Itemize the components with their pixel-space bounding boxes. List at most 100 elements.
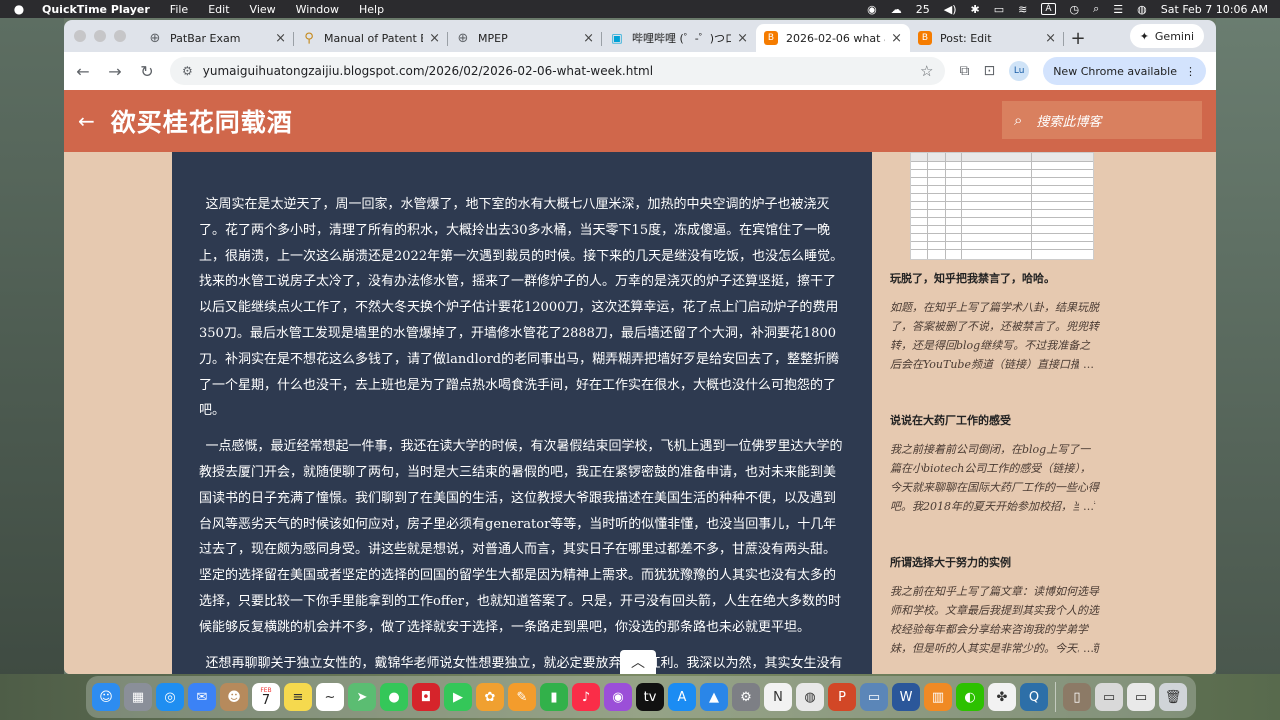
- read-more-ellipsis[interactable]: …: [1079, 497, 1094, 516]
- gemini-button[interactable]: ✦ Gemini: [1129, 24, 1204, 48]
- maps-icon[interactable]: ➤: [348, 683, 376, 711]
- contacts-icon[interactable]: ☻: [220, 683, 248, 711]
- more-menu-icon[interactable]: ⋮: [1185, 65, 1196, 78]
- read-more-ellipsis[interactable]: …: [1079, 355, 1094, 374]
- powerpoint-icon[interactable]: P: [828, 683, 856, 711]
- keynote-icon[interactable]: ▲: [700, 683, 728, 711]
- blog-search-input[interactable]: ⌕ 搜索此博客: [1002, 101, 1202, 139]
- site-info-icon[interactable]: ⚙: [182, 64, 193, 78]
- extensions-icon[interactable]: ⧉: [959, 63, 969, 79]
- sidebar-post-title[interactable]: 玩脱了，知乎把我禁言了，哈哈。: [890, 270, 1100, 286]
- sidebar-post[interactable]: 玩脱了，知乎把我禁言了，哈哈。 如题，在知乎上写了篇学术八卦，结果玩脱了，答案被…: [890, 270, 1100, 374]
- notes-icon[interactable]: ≡: [284, 683, 312, 711]
- tab-title: MPEP: [478, 31, 508, 45]
- app-name-menu[interactable]: QuickTime Player: [42, 3, 150, 16]
- close-tab-icon[interactable]: ×: [429, 31, 440, 46]
- sidebar-post[interactable]: 所谓选择大于努力的实例 我之前在知乎上写了篇文章：读博如何选导师和学校。文章最后…: [890, 554, 1100, 658]
- trash-icon[interactable]: 🗑: [1159, 683, 1187, 711]
- mail-icon[interactable]: ✉: [188, 683, 216, 711]
- finder-icon[interactable]: ☺: [92, 683, 120, 711]
- word-icon[interactable]: W: [892, 683, 920, 711]
- folder-icon[interactable]: ▭: [1127, 683, 1155, 711]
- chrome-icon[interactable]: ◍: [796, 683, 824, 711]
- chrome-update-button[interactable]: New Chrome available ⋮: [1043, 57, 1206, 85]
- tab-patbar-exam[interactable]: ⊕ PatBar Exam ×: [140, 24, 294, 52]
- input-source-indicator[interactable]: A: [1041, 3, 1056, 15]
- wifi-icon[interactable]: ≋: [1018, 3, 1027, 16]
- profile-avatar[interactable]: Lu: [1009, 61, 1030, 81]
- blog-title[interactable]: 欲买桂花同载酒: [111, 103, 293, 139]
- record-icon[interactable]: ◉: [867, 3, 877, 16]
- volume-icon[interactable]: ◀): [944, 3, 957, 16]
- safari-icon[interactable]: ◎: [156, 683, 184, 711]
- launchpad-icon[interactable]: ▦: [124, 683, 152, 711]
- sparkle-icon: ✦: [1139, 29, 1149, 43]
- photos-icon[interactable]: ✿: [476, 683, 504, 711]
- music-icon[interactable]: ♪: [572, 683, 600, 711]
- close-tab-icon[interactable]: ×: [737, 31, 748, 46]
- menu-help[interactable]: Help: [359, 3, 384, 16]
- siri-icon[interactable]: ◍: [1137, 3, 1147, 16]
- read-more-ellipsis[interactable]: …: [1079, 639, 1094, 658]
- wechat-icon[interactable]: ◐: [956, 683, 984, 711]
- scroll-to-top-button[interactable]: ︿: [620, 650, 656, 674]
- photo-booth-icon[interactable]: ◘: [412, 683, 440, 711]
- news-icon[interactable]: N: [764, 683, 792, 711]
- quicktime-icon[interactable]: Q: [1020, 683, 1048, 711]
- tv-icon[interactable]: tv: [636, 683, 664, 711]
- books-icon[interactable]: ▥: [924, 683, 952, 711]
- tab-manual-of-patent-exam[interactable]: ⚲ Manual of Patent Exam ×: [294, 24, 448, 52]
- search-icon[interactable]: ⌕: [1014, 111, 1022, 129]
- post-paragraph: 还想再聊聊关于独立女性的，戴锦华老师说女性想要独立，就必定要放弃性别红利。我深以…: [205, 655, 843, 671]
- close-tab-icon[interactable]: ×: [1045, 31, 1056, 46]
- tab-search-icon[interactable]: ⊡: [983, 63, 995, 79]
- sidebar-post-title[interactable]: 说说在大药厂工作的感受: [890, 412, 1100, 428]
- sidebar-post[interactable]: 说说在大药厂工作的感受 我之前接着前公司倒闭，在blog上写了一篇在小biote…: [890, 412, 1100, 516]
- new-tab-button[interactable]: +: [1064, 24, 1092, 52]
- menu-window[interactable]: Window: [296, 3, 339, 16]
- tab-post-edit[interactable]: B Post: Edit ×: [910, 24, 1064, 52]
- close-tab-icon[interactable]: ×: [275, 31, 286, 46]
- forward-arrow-icon[interactable]: →: [106, 62, 124, 81]
- back-arrow-icon[interactable]: ←: [78, 109, 95, 133]
- zoom-window-button[interactable]: [114, 30, 126, 42]
- bluetooth-icon[interactable]: ✱: [971, 3, 980, 16]
- reload-icon[interactable]: ↻: [138, 62, 156, 81]
- apple-menu-icon[interactable]: ●: [12, 2, 26, 16]
- url-text[interactable]: yumaiguihuatongzaijiu.blogspot.com/2026/…: [203, 64, 653, 78]
- address-bar[interactable]: ⚙ yumaiguihuatongzaijiu.blogspot.com/202…: [170, 57, 946, 85]
- menu-edit[interactable]: Edit: [208, 3, 229, 16]
- tab-mpep[interactable]: ⊕ MPEP ×: [448, 24, 602, 52]
- podcasts-icon[interactable]: ◉: [604, 683, 632, 711]
- app-store-icon[interactable]: A: [668, 683, 696, 711]
- document-icon[interactable]: ▯: [1063, 683, 1091, 711]
- bookmark-star-icon[interactable]: ☆: [920, 62, 933, 80]
- tab-blog-post-active[interactable]: B 2026-02-06 what a w ×: [756, 24, 910, 52]
- back-arrow-icon[interactable]: ←: [74, 62, 92, 81]
- menu-file[interactable]: File: [170, 3, 188, 16]
- numbers-icon[interactable]: ▮: [540, 683, 568, 711]
- sidebar-post-title[interactable]: 所谓选择大于努力的实例: [890, 554, 1100, 570]
- messages-icon[interactable]: ●: [380, 683, 408, 711]
- wechat-status-icon[interactable]: ☁: [891, 3, 902, 16]
- system-settings-icon[interactable]: ⚙: [732, 683, 760, 711]
- time-machine-icon[interactable]: ◷: [1070, 3, 1080, 16]
- control-center-icon[interactable]: ☰: [1113, 3, 1123, 16]
- facetime-icon[interactable]: ▶: [444, 683, 472, 711]
- preview-icon[interactable]: ▭: [860, 683, 888, 711]
- battery-icon[interactable]: ▭: [994, 3, 1004, 16]
- menu-view[interactable]: View: [250, 3, 276, 16]
- tab-bilibili[interactable]: ▣ 哔哩哔哩 (゜-゜)つロ 干 ×: [602, 24, 756, 52]
- pages-icon[interactable]: ✎: [508, 683, 536, 711]
- menubar-datetime[interactable]: Sat Feb 7 10:06 AM: [1161, 3, 1268, 16]
- minimize-window-button[interactable]: [94, 30, 106, 42]
- close-tab-icon[interactable]: ×: [891, 31, 902, 46]
- spotlight-search-icon[interactable]: ⌕: [1093, 2, 1099, 16]
- freeform-icon[interactable]: ~: [316, 683, 344, 711]
- downloads-icon[interactable]: ▭: [1095, 683, 1123, 711]
- game-icon[interactable]: ✤: [988, 683, 1016, 711]
- post-thumbnail-table-image[interactable]: [910, 152, 1094, 260]
- close-tab-icon[interactable]: ×: [583, 31, 594, 46]
- close-window-button[interactable]: [74, 30, 86, 42]
- calendar-icon[interactable]: FEB 7: [252, 683, 280, 711]
